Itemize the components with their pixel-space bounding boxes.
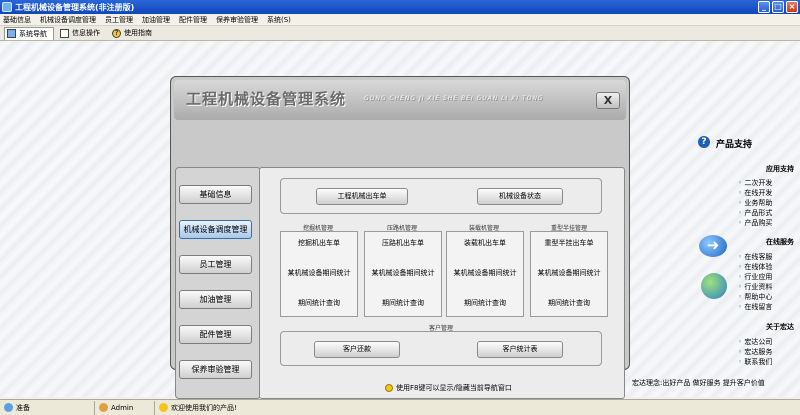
roller-query-link[interactable]: 期间统计查询	[382, 298, 424, 308]
smile-icon	[159, 403, 168, 412]
status-ready-cell: 准备	[0, 400, 95, 415]
hint-text: 使用F8键可以显示/隐藏当前导航窗口	[396, 384, 512, 392]
excavator-query-link[interactable]: 期间统计查询	[298, 298, 340, 308]
status-user: Admin	[111, 403, 134, 412]
title-bar: 工程机械设备管理系统(非注册版) _ □ ×	[0, 0, 800, 14]
link-secondary-dev[interactable]: 二次开发	[738, 178, 772, 188]
link-company[interactable]: 宏达公司	[738, 337, 772, 347]
status-welcome: 欢迎使用我们的产品!	[171, 403, 237, 412]
customer-payment-button[interactable]: 客户还款	[314, 341, 400, 358]
roller-order-link[interactable]: 压路机出车单	[382, 238, 424, 248]
status-ready: 准备	[16, 403, 30, 412]
loader-query-link[interactable]: 期间统计查询	[464, 298, 506, 308]
link-online-service[interactable]: 在线客服	[738, 252, 772, 262]
semitrailer-stats-link[interactable]: 某机械设备期间统计	[538, 268, 601, 278]
link-product-form[interactable]: 产品形式	[738, 208, 772, 218]
app-title: 工程机械设备管理系统	[186, 90, 347, 108]
lightbulb-icon	[385, 384, 393, 392]
dispatch-order-button[interactable]: 工程机械出车单	[316, 188, 408, 205]
menu-item-system[interactable]: 系统(S)	[267, 15, 291, 25]
link-industry-data[interactable]: 行业资料	[738, 282, 772, 292]
tab-system-nav[interactable]: 系统导航	[4, 26, 54, 40]
link-online-trial[interactable]: 在线体验	[738, 262, 772, 272]
menu-item-parts[interactable]: 配件管理	[179, 15, 207, 25]
user-icon	[99, 403, 108, 412]
link-online-message[interactable]: 在线留言	[738, 302, 772, 312]
status-icon	[4, 403, 13, 412]
nav-employee-button[interactable]: 员工管理	[179, 255, 252, 274]
tab-label: 信息操作	[72, 29, 100, 37]
nav-window-close-button[interactable]: X	[596, 92, 620, 109]
globe-icon	[701, 273, 727, 299]
tab-user-guide[interactable]: ? 使用指南	[110, 27, 158, 40]
nav-maintenance-button[interactable]: 保养审验管理	[179, 360, 252, 379]
minimize-button[interactable]: _	[758, 1, 770, 13]
link-industry-app[interactable]: 行业应用	[738, 272, 772, 282]
company-motto: 宏达理念:出好产品 做好服务 提升客户价值	[632, 379, 765, 387]
menu-item-employee[interactable]: 员工管理	[105, 15, 133, 25]
close-button[interactable]: ×	[786, 1, 798, 13]
dispatch-panel: 工程机械出车单 机械设备状态 挖掘机管理 压路机管理 装载机管理 重型半挂管理 …	[259, 167, 625, 399]
status-bar: 准备 Admin 欢迎使用我们的产品!	[0, 399, 800, 415]
excavator-order-link[interactable]: 挖掘机出车单	[298, 238, 340, 248]
tab-label: 使用指南	[124, 29, 152, 37]
roller-stats-link[interactable]: 某机械设备期间统计	[372, 268, 435, 278]
f8-hint: 使用F8键可以显示/隐藏当前导航窗口	[385, 383, 512, 393]
product-support-panel: ? 产品支持 应用支持 二次开发 在线开发 业务帮助 产品形式 产品购买 ➜ 在…	[696, 136, 800, 415]
nav-parts-button[interactable]: 配件管理	[179, 325, 252, 344]
support-title: 产品支持	[716, 140, 753, 150]
app-icon	[2, 2, 12, 12]
navigation-window: 工程机械设备管理系统 GONG CHENG JI XIE SHE BEI GUA…	[170, 76, 630, 399]
menu-item-dispatch[interactable]: 机械设备调度管理	[40, 15, 96, 25]
equipment-status-button[interactable]: 机械设备状态	[477, 188, 563, 205]
window-header: 工程机械设备管理系统 GONG CHENG JI XIE SHE BEI GUA…	[174, 80, 626, 120]
monitor-icon	[7, 29, 16, 38]
menu-item-basic-info[interactable]: 基础信息	[3, 15, 31, 25]
app-subtitle: GONG CHENG JI XIE SHE BEI GUAN LI XI TON…	[364, 95, 544, 102]
tab-info-ops[interactable]: 信息操作	[58, 27, 106, 40]
section-about: 关于宏达	[766, 323, 794, 331]
customer-stats-button[interactable]: 客户统计表	[477, 341, 563, 358]
link-service[interactable]: 宏达服务	[738, 347, 772, 357]
status-user-cell: Admin	[95, 400, 155, 415]
link-product-purchase[interactable]: 产品购买	[738, 218, 772, 228]
semitrailer-query-link[interactable]: 期间统计查询	[548, 298, 590, 308]
status-welcome-cell: 欢迎使用我们的产品!	[155, 401, 237, 415]
section-online-service: 在线服务	[766, 238, 794, 246]
maximize-button[interactable]: □	[772, 1, 784, 13]
arrow-icon: ➜	[699, 235, 727, 257]
link-help-center[interactable]: 帮助中心	[738, 292, 772, 302]
section-app-support: 应用支持	[766, 165, 794, 173]
question-icon: ?	[698, 136, 710, 148]
semitrailer-order-link[interactable]: 重型半挂出车单	[545, 238, 594, 248]
menu-item-refuel[interactable]: 加油管理	[142, 15, 170, 25]
tab-label: 系统导航	[19, 29, 47, 38]
nav-basic-info-button[interactable]: 基础信息	[179, 185, 252, 204]
document-icon	[60, 28, 69, 38]
nav-refuel-button[interactable]: 加油管理	[179, 290, 252, 309]
link-contact[interactable]: 联系我们	[738, 357, 772, 367]
nav-tab-bar: 系统导航 信息操作 ? 使用指南	[0, 26, 800, 41]
window-controls: _ □ ×	[758, 1, 798, 13]
menu-bar: 基础信息 机械设备调度管理 员工管理 加油管理 配件管理 保养审验管理 系统(S…	[0, 14, 800, 26]
main-area: 工程机械设备管理系统 GONG CHENG JI XIE SHE BEI GUA…	[0, 41, 800, 399]
loader-stats-link[interactable]: 某机械设备期间统计	[454, 268, 517, 278]
nav-dispatch-button[interactable]: 机械设备调度管理	[179, 220, 252, 239]
help-icon: ?	[112, 28, 121, 38]
link-business-help[interactable]: 业务帮助	[738, 198, 772, 208]
excavator-stats-link[interactable]: 某机械设备期间统计	[288, 268, 351, 278]
loader-order-link[interactable]: 装载机出车单	[464, 238, 506, 248]
link-online-dev[interactable]: 在线开发	[738, 188, 772, 198]
menu-item-maintenance[interactable]: 保养审验管理	[216, 15, 258, 25]
window-title: 工程机械设备管理系统(非注册版)	[15, 2, 135, 12]
